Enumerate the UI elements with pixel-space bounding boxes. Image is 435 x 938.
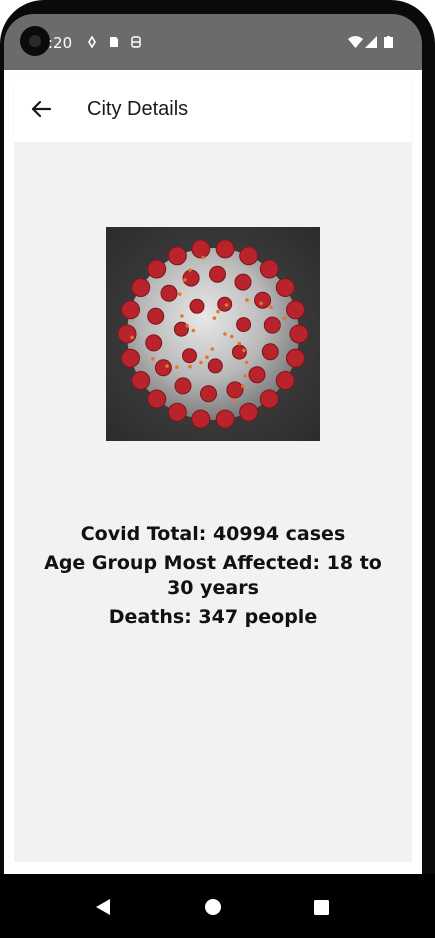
virus-spike <box>117 324 137 344</box>
page-title: City Details <box>87 98 189 120</box>
virus-spike <box>239 246 259 266</box>
virus-spike <box>131 278 151 297</box>
storage-icon <box>131 36 141 48</box>
virus-protein-dot <box>224 303 229 307</box>
virus-protein-dot <box>175 365 179 369</box>
app-screen: City Details Covid Total: 40994 cases Ag… <box>4 70 422 874</box>
virus-spike <box>147 389 167 409</box>
virus-protein-dot <box>185 324 190 328</box>
back-triangle-icon[interactable] <box>88 892 118 922</box>
virus-protein-dot <box>216 309 220 314</box>
virus-protein-dot <box>212 316 217 320</box>
virus-spike <box>248 366 266 384</box>
covid-total-text: Covid Total: 40994 cases <box>80 523 346 545</box>
virus-spike <box>207 358 223 374</box>
virus-spike <box>182 348 197 364</box>
virus-protein-dot <box>241 384 245 388</box>
virus-spike <box>239 402 259 422</box>
virus-spike <box>215 239 235 259</box>
virus-spike <box>189 298 205 314</box>
virus-spike <box>236 317 252 333</box>
virus-spike <box>217 296 233 312</box>
virus-spike <box>275 371 295 390</box>
virus-spike <box>286 348 305 368</box>
virus-spike <box>191 409 211 429</box>
coronavirus-image <box>106 227 320 441</box>
covid-details: Covid Total: 40994 cases Age Group Most … <box>14 522 412 634</box>
virus-spike <box>191 239 211 259</box>
virus-spike <box>121 300 140 320</box>
virus-spike <box>154 359 172 377</box>
virus-spike <box>167 246 187 266</box>
virus-spike <box>121 348 140 368</box>
virus-protein-dot <box>199 360 203 365</box>
virus-spike <box>145 334 163 352</box>
phone-frame: :20 City Details Covid Total: 40994 case… <box>0 0 435 938</box>
arrow-left-icon[interactable] <box>28 96 54 122</box>
virus-protein-dot <box>237 341 242 346</box>
virus-spike <box>289 324 309 344</box>
virus-spike <box>200 385 217 403</box>
virus-protein-dot <box>259 301 263 306</box>
virus-protein-dot <box>130 335 134 340</box>
deaths-text: Deaths: 347 people <box>108 606 318 628</box>
system-nav-bar <box>0 874 435 938</box>
virus-spike <box>173 321 189 337</box>
virus-spike <box>182 269 200 287</box>
virus-protein-dot <box>188 364 192 369</box>
virus-spike <box>215 409 235 429</box>
virus-spike <box>147 259 167 279</box>
virus-spike <box>160 284 178 302</box>
virus-spike <box>275 278 295 297</box>
virus-spike <box>147 307 165 325</box>
virus-protein-dot <box>244 360 249 365</box>
virus-protein-dot <box>191 328 196 333</box>
virus-protein-dot <box>188 268 192 272</box>
virus-spike <box>131 371 151 390</box>
virus-protein-dot <box>230 334 234 339</box>
status-bar: :20 <box>4 14 422 70</box>
virus-protein-dot <box>177 292 182 296</box>
virus-spike <box>174 377 192 395</box>
virus-protein-dot <box>269 305 273 309</box>
virus-protein-dot <box>243 374 247 378</box>
wifi-icon <box>348 36 363 48</box>
virus-protein-dot <box>205 355 209 359</box>
virus-protein-dot <box>151 357 155 361</box>
front-camera <box>20 26 50 56</box>
navigation-icon <box>88 36 96 48</box>
virus-spike <box>286 300 305 320</box>
virus-spike <box>254 291 272 309</box>
virus-protein-dot <box>165 364 169 368</box>
virus-spike <box>167 402 187 422</box>
virus-protein-dot <box>282 316 287 321</box>
virus-spike <box>226 381 244 399</box>
virus-protein-dot <box>183 278 187 282</box>
virus-spike <box>231 344 247 360</box>
virus-protein-dot <box>245 298 249 302</box>
virus-protein-dot <box>242 348 246 353</box>
virus-spike <box>259 259 279 279</box>
virus-spike <box>234 273 252 291</box>
signal-icon <box>365 36 377 48</box>
virus-protein-dot <box>201 255 205 260</box>
virus-spike <box>209 265 226 283</box>
recents-square-icon[interactable] <box>306 892 336 922</box>
status-time: :20 <box>48 34 73 52</box>
virus-protein-dot <box>223 332 227 336</box>
content-area: Covid Total: 40994 cases Age Group Most … <box>14 142 412 862</box>
virus-protein-dot <box>210 347 215 351</box>
age-group-text: Age Group Most Affected: 18 to 30 years <box>44 552 382 599</box>
virus-protein-dot <box>180 314 184 318</box>
coronavirus-illustration <box>106 227 320 441</box>
virus-spike <box>259 389 279 409</box>
virus-protein-dot <box>231 398 236 402</box>
sim-card-icon <box>110 37 118 47</box>
virus-spike <box>261 343 279 361</box>
battery-icon <box>384 36 393 48</box>
virus-spike <box>263 316 281 334</box>
app-bar: City Details <box>14 80 412 142</box>
home-circle-icon[interactable] <box>198 892 228 922</box>
